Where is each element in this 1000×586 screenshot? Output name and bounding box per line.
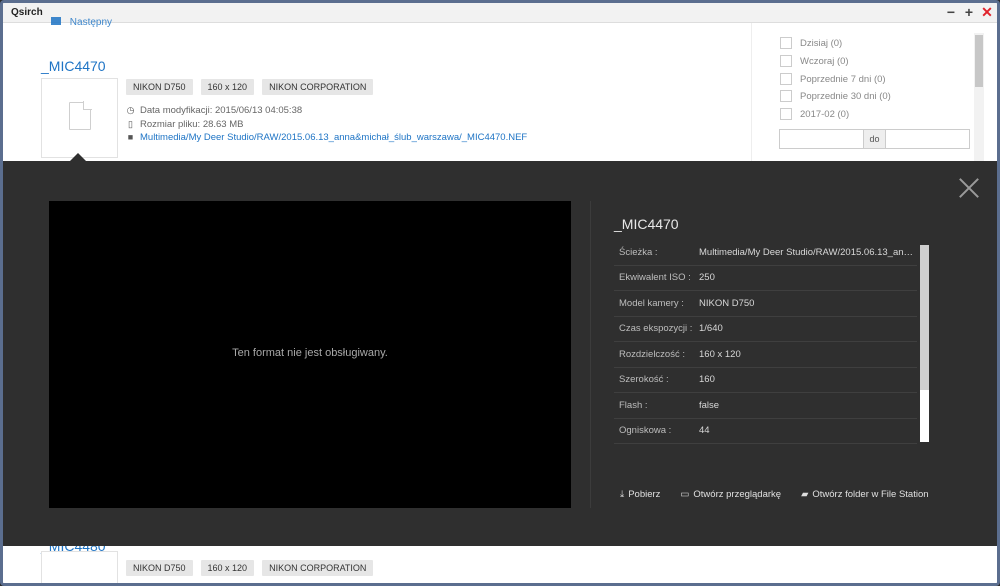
property-value: NIKON D750 xyxy=(699,297,755,309)
folder-icon: ■ xyxy=(127,132,134,142)
open-browser-label: Otwórz przeglądarkę xyxy=(693,489,782,500)
date-range: do xyxy=(779,129,970,149)
property-value: 1/640 xyxy=(699,323,723,335)
download-button[interactable]: ⤓ Pobierz xyxy=(620,489,660,500)
filter-checkbox[interactable] xyxy=(780,37,792,49)
file-properties: Ścieżka : Multimedia/My Deer Studio/RAW/2… xyxy=(614,240,917,444)
property-row: Ekwiwalent ISO : 250 xyxy=(614,266,917,291)
filter-last-30-days[interactable]: Poprzednie 30 dni (0) xyxy=(780,90,891,102)
filter-label: Poprzednie 30 dni (0) xyxy=(800,90,891,102)
result-meta: ◷ Data modyfikacji: 2015/06/13 04:05:38 ▯… xyxy=(126,104,528,145)
property-value: 250 xyxy=(699,272,715,284)
tag-manufacturer[interactable]: NIKON CORPORATION xyxy=(262,79,374,95)
file-path-link[interactable]: Multimedia/My Deer Studio/RAW/2015.06.13… xyxy=(140,131,527,145)
property-row: Ścieżka : Multimedia/My Deer Studio/RAW/2… xyxy=(614,240,917,266)
document-icon xyxy=(69,101,92,130)
result-tags: NIKON D750 160 x 120 NIKON CORPORATION xyxy=(126,79,374,95)
filter-checkbox[interactable] xyxy=(780,108,792,120)
pagination-icon xyxy=(51,17,61,25)
close-preview-icon[interactable] xyxy=(958,177,980,199)
property-row: Flash : false xyxy=(614,393,917,419)
minimize-button[interactable]: − xyxy=(945,4,957,20)
properties-scrollbar-thumb[interactable] xyxy=(920,245,929,390)
filter-yesterday[interactable]: Wczoraj (0) xyxy=(780,55,849,67)
tag-manufacturer[interactable]: NIKON CORPORATION xyxy=(262,560,374,576)
property-value: 44 xyxy=(699,425,710,437)
title-bar: Qsirch − + ✕ xyxy=(3,3,997,23)
next-page-link[interactable]: Następny xyxy=(70,17,112,28)
property-row: Szerokość : 160 xyxy=(614,368,917,393)
app-title: Qsirch xyxy=(11,7,43,18)
download-label: Pobierz xyxy=(628,489,661,500)
preview-area: Ten format nie jest obsługiwany. xyxy=(49,201,571,508)
result-thumbnail[interactable] xyxy=(41,78,118,158)
tag-camera[interactable]: NIKON D750 xyxy=(126,560,193,576)
property-key: Ekwiwalent ISO : xyxy=(619,272,691,284)
window-controls: − + ✕ xyxy=(945,4,993,20)
property-row: Rozdzielczość : 160 x 120 xyxy=(614,342,917,368)
maximize-button[interactable]: + xyxy=(963,4,975,20)
result-title[interactable]: _MIC4470 xyxy=(41,58,106,74)
property-row: Model kamery : NIKON D750 xyxy=(614,291,917,317)
panel-divider xyxy=(590,201,591,508)
filter-checkbox[interactable] xyxy=(780,55,792,67)
property-key: Rozdzielczość : xyxy=(619,348,685,360)
open-browser-button[interactable]: ▭ Otwórz przeglądarkę xyxy=(680,489,781,500)
open-folder-label: Otwórz folder w File Station xyxy=(812,489,929,500)
close-window-button[interactable]: ✕ xyxy=(981,4,993,20)
tag-camera[interactable]: NIKON D750 xyxy=(126,79,193,95)
filter-label: 2017-02 (0) xyxy=(800,108,850,120)
filter-checkbox[interactable] xyxy=(780,73,792,85)
property-value: 160 x 120 xyxy=(699,348,741,360)
file-size: Rozmiar pliku: 28.63 MB xyxy=(140,118,244,130)
filter-label: Poprzednie 7 dni (0) xyxy=(800,73,886,85)
property-value: 160 xyxy=(699,374,715,386)
file-icon: ▯ xyxy=(128,118,133,129)
tag-resolution[interactable]: 160 x 120 xyxy=(200,560,255,576)
property-key: Szerokość : xyxy=(619,374,669,386)
next-result-tags: NIKON D750 160 x 120 NIKON CORPORATION xyxy=(126,560,374,576)
filter-today[interactable]: Dzisiaj (0) xyxy=(780,37,842,49)
tag-resolution[interactable]: 160 x 120 xyxy=(200,79,255,95)
filter-2017-02[interactable]: 2017-02 (0) xyxy=(780,108,849,120)
partial-pagination: Następny xyxy=(51,17,112,28)
filter-label: Wczoraj (0) xyxy=(800,55,849,67)
range-separator: do xyxy=(864,129,885,149)
modified-date: Data modyfikacji: 2015/06/13 04:05:38 xyxy=(140,105,303,116)
preview-actions: ⤓ Pobierz ▭ Otwórz przeglądarkę ▰ Otwórz… xyxy=(620,489,929,500)
next-result-thumbnail[interactable] xyxy=(41,551,118,583)
property-row: Ogniskowa : 44 xyxy=(614,419,917,444)
unsupported-format-message: Ten format nie jest obsługiwany. xyxy=(232,347,388,359)
open-folder-button[interactable]: ▰ Otwórz folder w File Station xyxy=(801,489,928,500)
download-icon: ⤓ xyxy=(620,489,625,500)
property-value: Multimedia/My Deer Studio/RAW/2015.06.13… xyxy=(699,246,917,258)
date-to-input[interactable] xyxy=(885,129,970,149)
filter-last-7-days[interactable]: Poprzednie 7 dni (0) xyxy=(780,73,886,85)
browser-icon: ▭ xyxy=(680,489,690,500)
filters-scrollbar-thumb[interactable] xyxy=(975,35,983,87)
app-window: Qsirch − + ✕ Następny _MIC4470 NIKON D75… xyxy=(0,0,1000,586)
property-value: false xyxy=(699,399,720,411)
property-key: Ścieżka : xyxy=(619,246,658,258)
filter-label: Dzisiaj (0) xyxy=(800,37,843,49)
preview-panel: Ten format nie jest obsługiwany. _MIC447… xyxy=(3,161,997,546)
folder-open-icon: ▰ xyxy=(801,489,809,500)
property-key: Flash : xyxy=(619,399,648,411)
property-key: Czas ekspozycji : xyxy=(619,323,693,335)
property-key: Model kamery : xyxy=(619,297,684,309)
file-title: _MIC4470 xyxy=(614,216,679,232)
property-key: Ogniskowa : xyxy=(619,425,672,437)
date-filters: Dzisiaj (0) Wczoraj (0) Poprzednie 7 dni… xyxy=(751,23,997,163)
property-row: Czas ekspozycji : 1/640 xyxy=(614,317,917,342)
clock-icon: ◷ xyxy=(126,105,135,115)
date-from-input[interactable] xyxy=(779,129,864,149)
filter-checkbox[interactable] xyxy=(780,90,792,102)
